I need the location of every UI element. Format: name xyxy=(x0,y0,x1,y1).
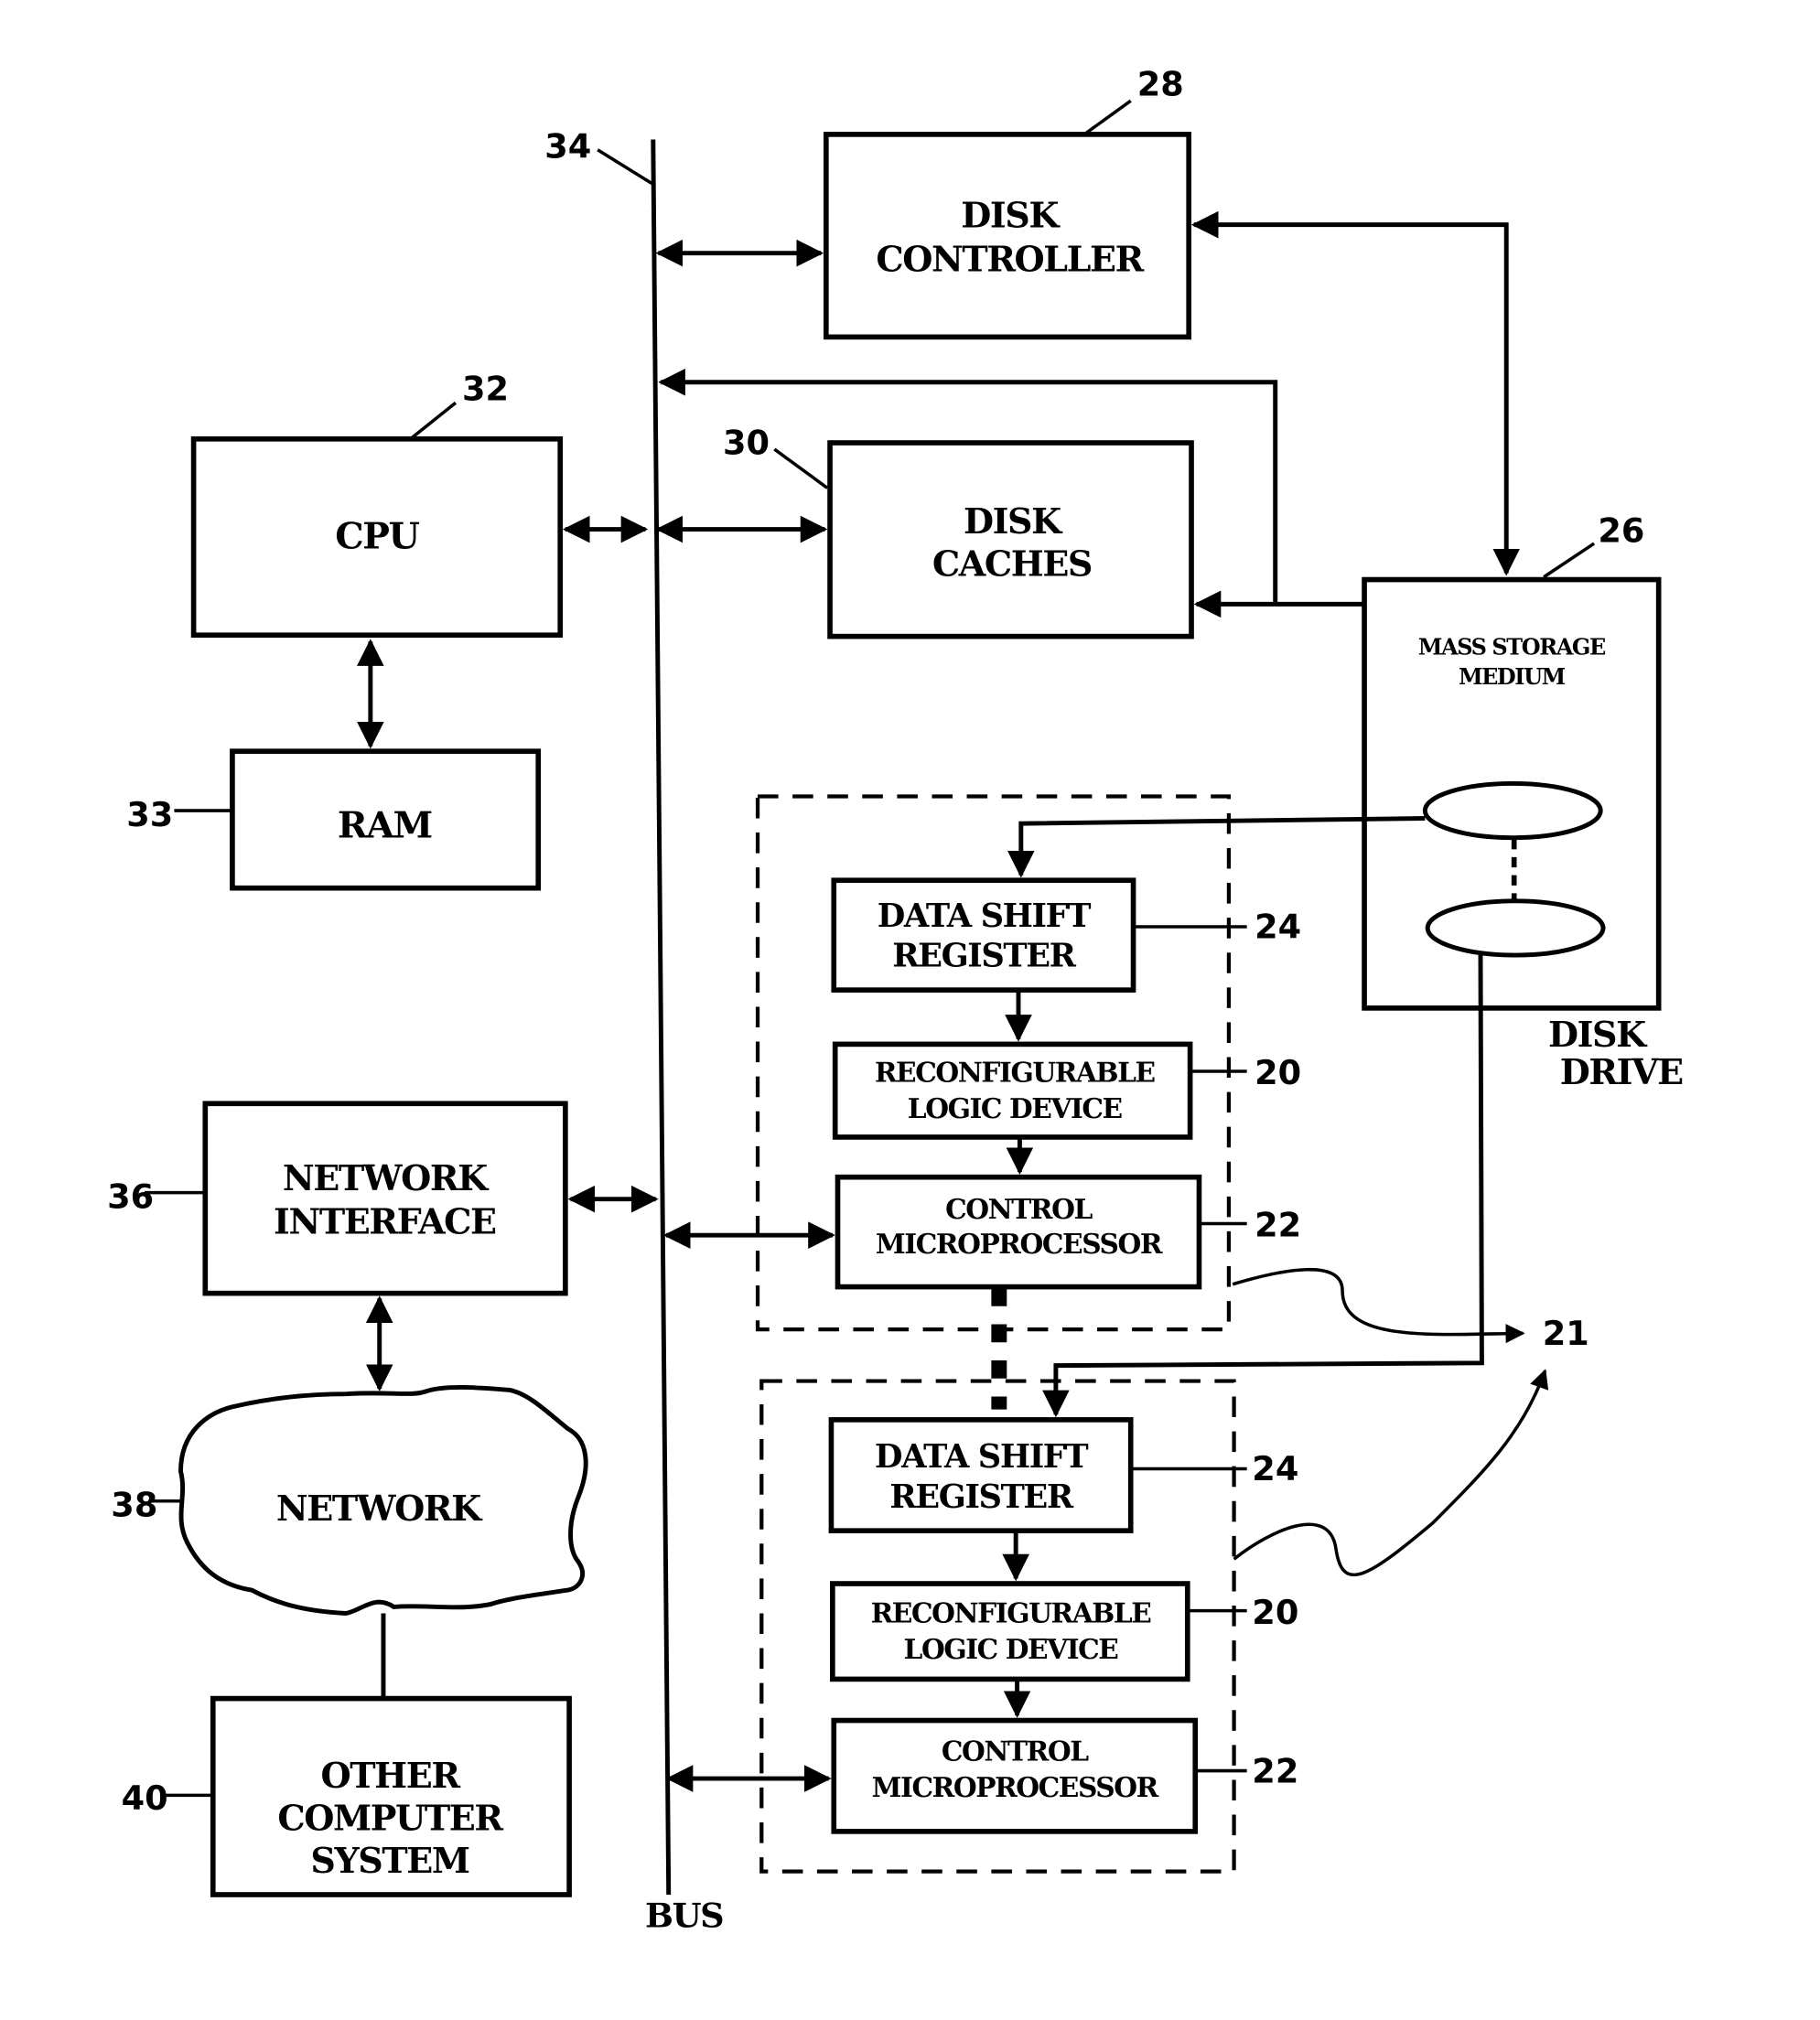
dsr2-label-line2: REGISTER xyxy=(889,1478,1073,1516)
network-label: NETWORK xyxy=(276,1488,483,1529)
bus-ref-leader xyxy=(597,148,653,185)
disk-controller-ref-number: 28 xyxy=(1137,65,1184,104)
other-computer-ref-number: 40 xyxy=(122,1778,168,1818)
ram-ref-number: 33 xyxy=(126,795,173,834)
cmp2-label-line2: MICROPROCESSOR xyxy=(872,1771,1159,1803)
module-ref-number: 21 xyxy=(1543,1314,1589,1353)
ram-label: RAM xyxy=(338,805,432,847)
module-1-control-microprocessor: CONTROL MICROPROCESSOR xyxy=(835,1174,1202,1290)
network-interface-block: NETWORK INTERFACE xyxy=(202,1101,568,1296)
rld1-label-line1: RECONFIGURABLE xyxy=(875,1056,1156,1088)
system-block-diagram: 34 BUS DISK CONTROLLER 28 DISK CACHES 30… xyxy=(107,65,1684,1936)
ram-block: RAM xyxy=(230,748,542,891)
network-interface-label-line2: INTERFACE xyxy=(274,1201,496,1242)
other-computer-label-line3: SYSTEM xyxy=(310,1840,468,1881)
dsr2-label-line1: DATA SHIFT xyxy=(875,1438,1088,1476)
disk-caches-block: DISK CACHES xyxy=(827,440,1194,639)
disk-caches-label-line2: CACHES xyxy=(932,543,1092,584)
dsr2-ref-number: 24 xyxy=(1252,1449,1298,1488)
cpu-block: CPU xyxy=(190,435,564,639)
cmp1-label-line2: MICROPROCESSOR xyxy=(876,1228,1163,1260)
bus-line xyxy=(651,139,672,1896)
network-ref-number: 38 xyxy=(111,1486,157,1525)
module-1-reconfigurable-logic: RECONFIGURABLE LOGIC DEVICE xyxy=(832,1041,1193,1140)
cpu-ref-number: 32 xyxy=(462,369,509,408)
disk-controller-label-line1: DISK xyxy=(961,194,1061,235)
module-2-control-microprocessor: CONTROL MICROPROCESSOR xyxy=(831,1717,1199,1834)
dsr1-ref-number: 24 xyxy=(1255,908,1301,947)
mass-storage-ref-number: 26 xyxy=(1598,511,1644,551)
mass-storage-label-line1: MASS STORAGE xyxy=(1418,633,1606,660)
rld2-label-line2: LOGIC DEVICE xyxy=(904,1633,1119,1665)
cpu-label: CPU xyxy=(335,516,419,558)
mass-storage-block: MASS STORAGE MEDIUM xyxy=(1362,576,1662,1011)
rld1-ref-number: 20 xyxy=(1255,1053,1301,1092)
dsr1-label-line1: DATA SHIFT xyxy=(878,897,1091,935)
rld2-label-line1: RECONFIGURABLE xyxy=(871,1596,1152,1628)
disk-controller-block: DISK CONTROLLER xyxy=(823,132,1192,340)
network-cloud: NETWORK xyxy=(178,1384,588,1616)
dsr1-label-line2: REGISTER xyxy=(892,938,1076,975)
disk-controller-label-line2: CONTROLLER xyxy=(876,238,1144,279)
disk-platter-top xyxy=(1422,780,1603,841)
other-computer-system-block: OTHER COMPUTER SYSTEM xyxy=(210,1695,572,1897)
cmp2-ref-number: 22 xyxy=(1252,1751,1298,1790)
mass-storage-label-line2: MEDIUM xyxy=(1459,663,1566,690)
cmp1-label-line1: CONTROL xyxy=(945,1193,1093,1225)
disk-controller-ref-leader xyxy=(1082,99,1132,136)
bus-label: BUS xyxy=(645,1896,723,1935)
module-1: DATA SHIFT REGISTER 24 RECONFIGURABLE LO… xyxy=(662,794,1426,1332)
disk-caches-ref-leader xyxy=(773,447,829,489)
rld1-label-line2: LOGIC DEVICE xyxy=(908,1092,1123,1124)
rld2-ref-number: 20 xyxy=(1252,1593,1298,1632)
cmp1-ref-number: 22 xyxy=(1255,1206,1301,1245)
disk-platter-bottom xyxy=(1425,898,1606,958)
disk-drive-label-line1: DISK xyxy=(1548,1014,1648,1055)
module-1-data-shift-register: DATA SHIFT REGISTER xyxy=(831,877,1136,993)
other-computer-label-line2: COMPUTER xyxy=(277,1797,503,1838)
module-2-reconfigurable-logic: RECONFIGURABLE LOGIC DEVICE xyxy=(830,1581,1190,1682)
network-interface-label-line1: NETWORK xyxy=(283,1157,490,1198)
bus-ref-number: 34 xyxy=(544,126,591,166)
disk-caches-label-line1: DISK xyxy=(964,500,1063,542)
disk-drive-label-line2: DRIVE xyxy=(1560,1051,1683,1092)
other-computer-label-line1: OTHER xyxy=(320,1755,460,1796)
mass-storage-ref-leader xyxy=(1543,542,1596,579)
disk-caches-ref-number: 30 xyxy=(723,424,770,463)
disk-controller-mass-storage-link xyxy=(1190,210,1521,576)
cpu-ref-leader xyxy=(409,401,458,441)
module-2-data-shift-register: DATA SHIFT REGISTER xyxy=(828,1417,1134,1534)
network-interface-ref-number: 36 xyxy=(107,1177,154,1217)
cmp2-label-line1: CONTROL xyxy=(942,1735,1089,1767)
